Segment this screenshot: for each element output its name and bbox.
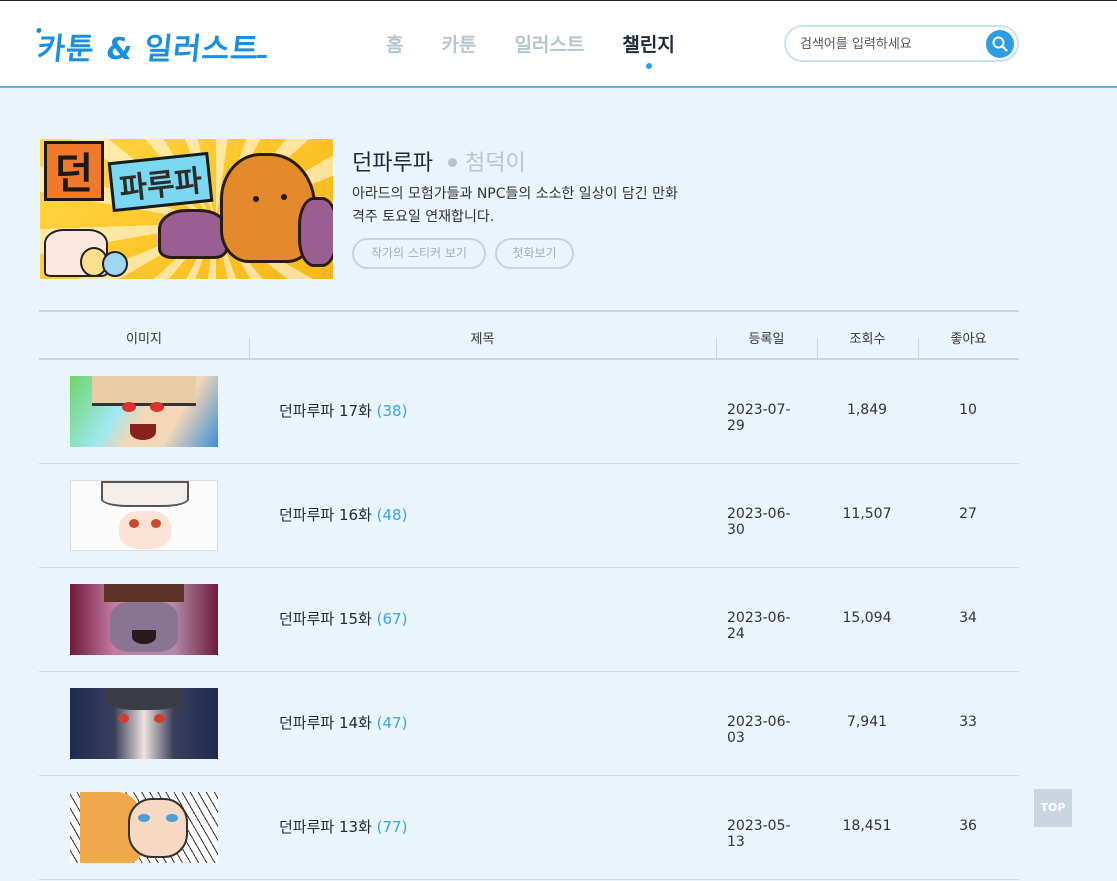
thumb-hair <box>92 376 196 406</box>
thumb-eye <box>122 402 136 412</box>
table-row[interactable]: 던파루파 13화 (77) 2023-05-13 18,451 36 <box>39 776 1019 880</box>
table-row[interactable]: 던파루파 17화 (38) 2023-07-29 1,849 10 <box>39 360 1019 464</box>
table-row[interactable]: 던파루파 15화 (67) 2023-06-24 15,094 34 <box>39 568 1019 672</box>
author-bullet <box>448 157 457 167</box>
nav-challenge[interactable]: 챌린지 <box>622 30 675 69</box>
episode-likes: 27 <box>959 506 977 522</box>
episode-title[interactable]: 던파루파 17화 (38) <box>279 400 407 421</box>
episode-views: 1,849 <box>846 402 888 418</box>
episode-date: 2023-06-24 <box>727 610 791 642</box>
episode-likes: 33 <box>959 714 977 730</box>
episode-date: 2023-05-13 <box>727 818 791 850</box>
episode-table: 이미지 제목 등록일 조회수 좋아요 던파루파 17화 (38) 2023-07… <box>39 310 1019 880</box>
episode-views: 11,507 <box>842 506 892 522</box>
thumb-eye <box>118 714 129 723</box>
scroll-top-button[interactable]: TOP <box>1034 789 1072 827</box>
series-cover-image: 던 파루파 <box>40 139 333 279</box>
table-header: 이미지 제목 등록일 조회수 좋아요 <box>39 310 1019 360</box>
episode-views: 18,451 <box>842 818 892 834</box>
cover-title-rest: 파루파 <box>107 151 214 213</box>
thumb-eye <box>151 519 161 528</box>
episode-title[interactable]: 던파루파 15화 (67) <box>279 608 407 629</box>
cover-hand <box>158 209 228 259</box>
series-author[interactable]: 첨덕이 <box>448 145 526 177</box>
thumb-face <box>119 511 171 549</box>
header-image: 이미지 <box>126 332 162 347</box>
search-box <box>784 25 1019 62</box>
episode-title-text: 던파루파 14화 <box>279 714 372 732</box>
series-title: 던파루파 <box>352 151 433 176</box>
thumb-face <box>110 602 178 652</box>
site-logo[interactable]: 카툰 & 일러스트 <box>35 24 267 67</box>
logo-dash <box>256 55 267 58</box>
search-button[interactable] <box>986 30 1014 58</box>
cover-mini-character <box>102 251 128 277</box>
site-header: 카툰 & 일러스트 홈 카툰 일러스트 챌린지 <box>0 0 1117 88</box>
episode-likes: 34 <box>959 610 977 626</box>
author-name: 첨덕이 <box>465 151 526 176</box>
episode-title[interactable]: 던파루파 14화 (47) <box>279 712 407 733</box>
episode-title-text: 던파루파 16화 <box>279 506 372 524</box>
series-description: 아라드의 모험가들과 NPC들의 소소한 일상이 담긴 만화 격주 토요일 연재… <box>352 183 752 229</box>
episode-views: 7,941 <box>846 714 888 730</box>
table-row[interactable]: 던파루파 14화 (47) 2023-06-03 7,941 33 <box>39 672 1019 776</box>
thumb-hood <box>106 688 182 710</box>
thumb-hood <box>101 481 189 507</box>
episode-thumbnail[interactable] <box>70 376 218 447</box>
episode-date: 2023-06-03 <box>727 714 791 746</box>
episode-date: 2023-06-30 <box>727 506 791 538</box>
episode-title[interactable]: 던파루파 13화 (77) <box>279 816 407 837</box>
episode-date: 2023-07-29 <box>727 402 791 434</box>
author-stickers-button[interactable]: 작가의 스티커 보기 <box>352 238 486 269</box>
thumb-mouth <box>132 630 156 644</box>
header-views: 조회수 <box>849 332 886 347</box>
search-icon <box>992 36 1008 52</box>
nav-illust[interactable]: 일러스트 <box>514 30 584 57</box>
comment-count: (38) <box>376 402 408 420</box>
episode-title-text: 던파루파 15화 <box>279 610 372 628</box>
thumb-eye <box>129 519 139 528</box>
search-input[interactable] <box>800 34 980 54</box>
thumb-eye <box>138 814 150 822</box>
episode-thumbnail[interactable] <box>70 584 218 655</box>
character-eye <box>253 196 259 202</box>
nav-home[interactable]: 홈 <box>386 30 403 57</box>
comment-count: (77) <box>376 818 408 836</box>
thumb-eye <box>166 814 178 822</box>
main-nav: 홈 카툰 일러스트 챌린지 <box>386 30 713 69</box>
comment-count: (48) <box>376 506 408 524</box>
cover-hand <box>298 197 333 267</box>
logo-text: 카툰 & 일러스트 <box>35 32 261 67</box>
table-row[interactable]: 던파루파 16화 (48) 2023-06-30 11,507 27 <box>39 464 1019 568</box>
header-title: 제목 <box>470 332 495 347</box>
description-line: 아라드의 모험가들과 NPC들의 소소한 일상이 담긴 만화 <box>352 186 678 202</box>
header-date: 등록일 <box>748 332 785 347</box>
description-line: 격주 토요일 연재합니다. <box>352 209 495 225</box>
episode-title-text: 던파루파 13화 <box>279 818 372 836</box>
thumb-eye <box>150 402 164 412</box>
episode-likes: 36 <box>959 818 977 834</box>
episode-thumbnail[interactable] <box>70 480 218 551</box>
episode-thumbnail[interactable] <box>70 688 218 759</box>
comment-count: (67) <box>376 610 408 628</box>
nav-cartoon[interactable]: 카툰 <box>441 30 476 57</box>
header-likes: 좋아요 <box>950 332 987 347</box>
character-eye <box>281 194 287 200</box>
thumb-hair <box>104 584 184 602</box>
cover-title-char: 던 <box>44 141 104 201</box>
thumb-face <box>128 798 188 858</box>
top-border <box>0 0 1117 1</box>
comment-count: (47) <box>376 714 408 732</box>
episode-likes: 10 <box>959 402 977 418</box>
episode-title[interactable]: 던파루파 16화 (48) <box>279 504 407 525</box>
thumb-eye <box>154 714 165 723</box>
episode-views: 15,094 <box>842 610 892 626</box>
episode-title-text: 던파루파 17화 <box>279 402 372 420</box>
first-episode-button[interactable]: 첫화보기 <box>495 238 574 269</box>
thumb-mouth <box>130 424 156 440</box>
episode-thumbnail[interactable] <box>70 792 218 863</box>
